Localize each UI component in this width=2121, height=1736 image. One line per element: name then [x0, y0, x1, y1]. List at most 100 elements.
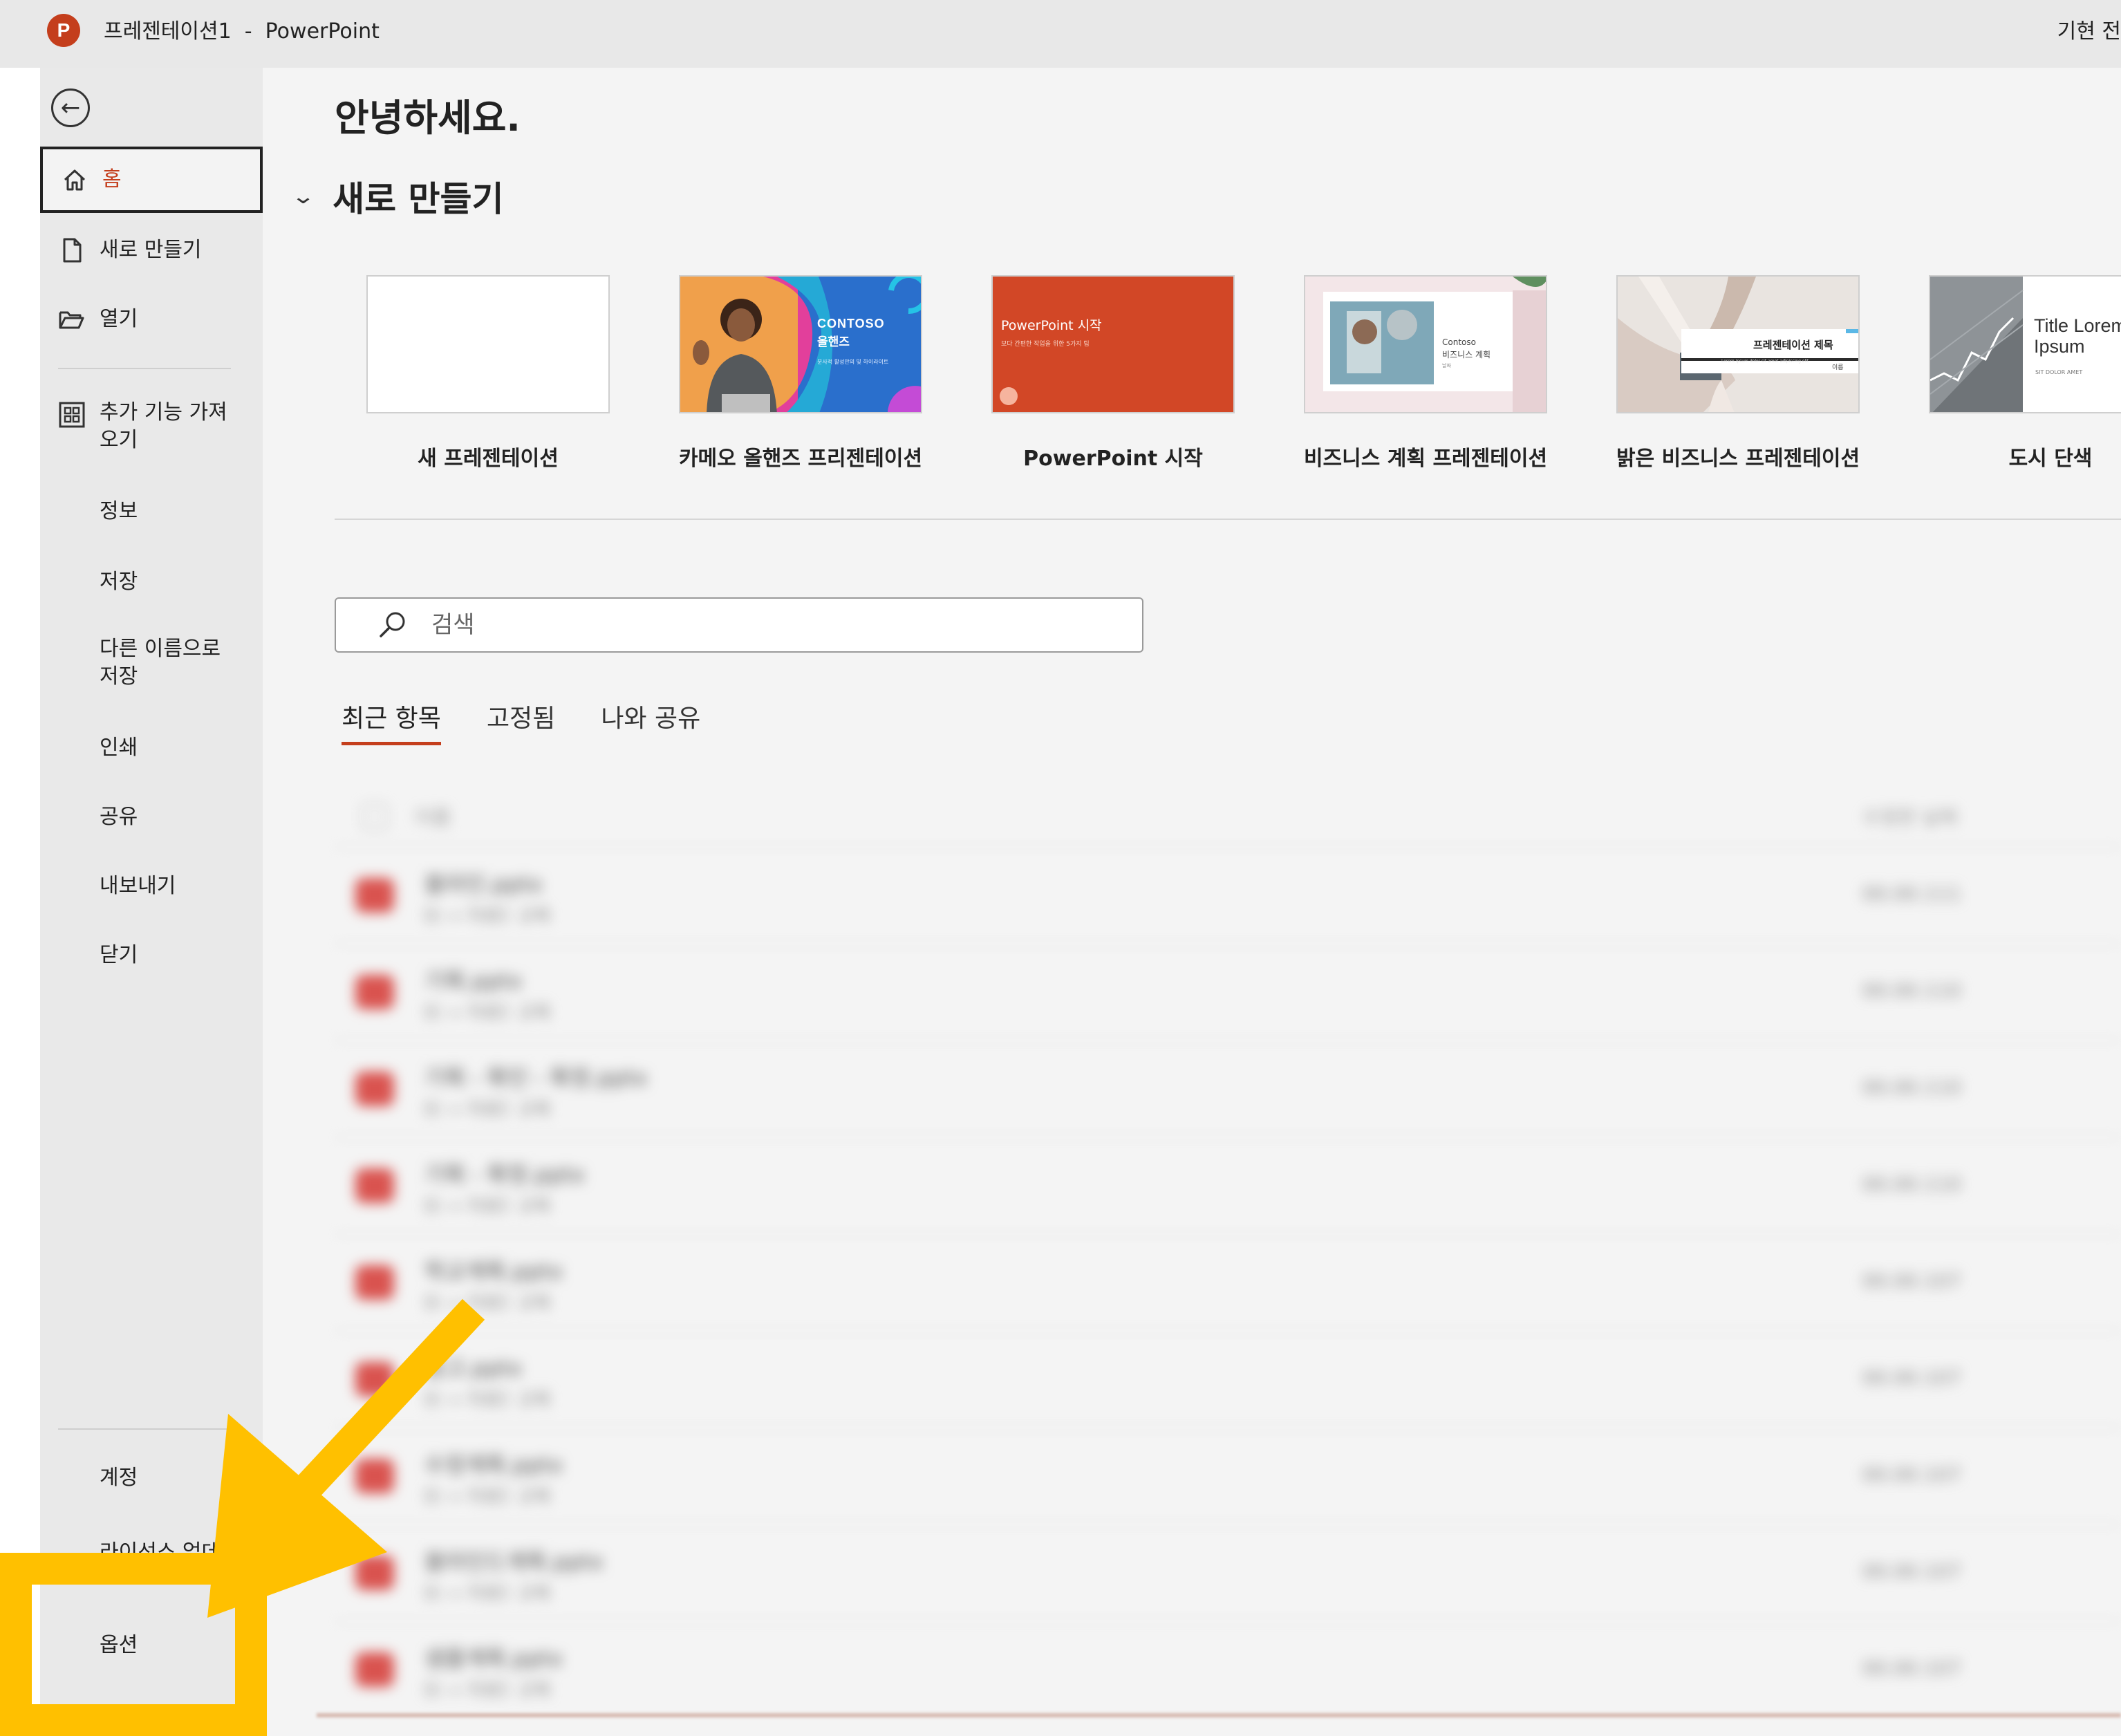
pptx-file-icon: [355, 1556, 394, 1590]
file-name: 블라인.pptx: [424, 871, 543, 897]
column-header-date[interactable]: 수정한 날짜: [1862, 803, 1958, 830]
sidebar-item-close[interactable]: 닫기: [40, 922, 263, 989]
section-title: 새로 만들기: [333, 179, 504, 219]
sidebar-item-label: 정보: [100, 499, 138, 523]
back-arrow-icon[interactable]: ←: [51, 88, 90, 127]
tab-pinned[interactable]: 고정됨: [487, 698, 555, 741]
search-box[interactable]: [335, 597, 1143, 653]
sidebar-divider: [58, 368, 231, 369]
file-date: 00.00.107: [1862, 1656, 1961, 1679]
template-business-plan[interactable]: Contoso 비즈니스 계획 날짜 비즈니스 계획 프레젠테이션: [1304, 275, 1547, 471]
file-name: 참고.pptx: [424, 1355, 523, 1381]
file-name: 수정계획.pptx: [424, 1452, 563, 1478]
title-bar: P 프레젠테이션1 - PowerPoint 기현 전: [0, 0, 2121, 68]
table-row[interactable]: 샘플계획.pptx D: » 자료》교육 00.00.107: [335, 1621, 2121, 1717]
table-row[interactable]: 블라인드계획.pptx D: » 자료》교육 00.00.107: [335, 1524, 2121, 1621]
table-row[interactable]: 기획 - 확정.pptx D: » 자료》교육 00.00.110: [335, 1137, 2121, 1233]
sidebar-item-info[interactable]: 정보: [40, 478, 263, 545]
sidebar-item-home[interactable]: 홈: [40, 147, 263, 213]
file-name: 학교계획.pptx: [424, 1258, 563, 1285]
thumb-subtitle: 보다 간편한 작업을 위한 5가지 팁: [1001, 341, 1090, 348]
sidebar-item-share[interactable]: 공유: [40, 784, 263, 850]
sidebar-item-print[interactable]: 인쇄: [40, 715, 263, 781]
file-name: 기획.pptx: [424, 968, 523, 994]
file-list-tabs: 최근 항목 고정됨 나와 공유: [342, 698, 746, 745]
sidebar-item-label: 저장: [100, 570, 138, 594]
sidebar-item-label: 닫기: [100, 943, 138, 967]
sidebar-item-export[interactable]: 내보내기: [40, 853, 263, 920]
sidebar-divider: [58, 1428, 231, 1430]
template-label: 도시 단색: [2008, 447, 2093, 471]
table-row[interactable]: 참고.pptx D: » 자료》교육 00.00.107: [335, 1330, 2121, 1427]
business-plan-thumbnail-art: [1305, 277, 1546, 412]
sidebar-item-label: 공유: [100, 805, 138, 829]
template-label: 밝은 비즈니스 프레젠테이션: [1616, 447, 1860, 471]
file-path: D: » 자료》교육: [424, 1583, 551, 1604]
file-date: 00.00.107: [1862, 1269, 1961, 1292]
sidebar-item-save[interactable]: 저장: [40, 549, 263, 615]
template-thumbnail: Contoso 비즈니스 계획 날짜: [1304, 275, 1547, 413]
template-label: 카메오 올핸즈 프리젠테이션: [678, 447, 923, 471]
thumb-title: 프레젠테이션 제목: [1753, 339, 1833, 351]
table-row[interactable]: 학교계획.pptx D: » 자료》교육 00.00.107: [335, 1233, 2121, 1330]
file-date: 00.00.107: [1862, 1560, 1961, 1583]
table-row[interactable]: 수정계획.pptx D: » 자료》교육 00.00.107: [335, 1427, 2121, 1524]
tab-recent[interactable]: 최근 항목: [342, 698, 441, 745]
sidebar-item-label: 열기: [100, 307, 138, 331]
column-header-name[interactable]: 이름: [415, 803, 451, 830]
thumb-title: Contoso: [1442, 337, 1476, 347]
file-date: 00.00.111: [1862, 882, 1961, 905]
pptx-file-icon: [355, 1265, 394, 1300]
file-date: 00.00.110: [1862, 1173, 1961, 1195]
file-path: D: » 자료》교육: [424, 1293, 551, 1314]
thumb-subtitle: Lorem ipsum dolor sit amet adipiscing el…: [1721, 359, 1809, 364]
pptx-file-icon: [355, 975, 394, 1009]
sidebar-item-label: 계정: [100, 1466, 138, 1490]
file-name: 블라인드계획.pptx: [424, 1549, 604, 1575]
template-bright-business[interactable]: 프레젠테이션 제목 Lorem ipsum dolor sit amet adi…: [1616, 275, 1860, 471]
document-title: 프레젠테이션1 - PowerPoint: [104, 19, 380, 44]
sidebar-item-get-add-ins[interactable]: 추가 기능 가져 오기: [40, 389, 263, 465]
template-powerpoint-start[interactable]: PowerPoint 시작 보다 간편한 작업을 위한 5가지 팁 PowerP…: [991, 275, 1235, 471]
user-name[interactable]: 기현 전: [2057, 14, 2121, 44]
search-icon: [377, 610, 408, 640]
sidebar-item-label: 새로 만들기: [100, 238, 202, 262]
new-section-toggle[interactable]: ⌄ 새로 만들기: [291, 171, 504, 221]
template-label: PowerPoint 시작: [1023, 447, 1203, 471]
left-gutter: [0, 68, 40, 1736]
template-thumbnail: CONTOSO 올핸즈 분사적 활성만의 및 하이라이트: [679, 275, 922, 413]
table-row[interactable]: 블라인.pptx D: » 자료》교육 00.00.111: [335, 846, 2121, 943]
table-row[interactable]: 기획.pptx D: » 자료》교육 00.00.110: [335, 943, 2121, 1040]
sidebar-item-label: 내보내기: [100, 874, 176, 898]
file-date: 00.00.107: [1862, 1463, 1961, 1486]
thumb-subtitle: 올핸즈: [817, 335, 850, 349]
sidebar-item-open[interactable]: 열기: [40, 286, 263, 353]
sidebar-item-save-as[interactable]: 다른 이름으로 저장: [40, 625, 263, 701]
file-path: D: » 자료》교육: [424, 1680, 551, 1701]
sidebar-item-label: 홈: [102, 167, 122, 192]
file-date: 00.00.110: [1862, 1076, 1961, 1099]
sidebar-item-new[interactable]: 새로 만들기: [40, 217, 263, 283]
template-label: 비즈니스 계획 프레젠테이션: [1303, 447, 1548, 471]
pptx-file-icon: [355, 1168, 394, 1203]
recent-list-header: 이름 수정한 날짜: [335, 787, 2121, 846]
open-folder-icon: [55, 306, 88, 333]
template-cameo-all-hands[interactable]: CONTOSO 올핸즈 분사적 활성만의 및 하이라이트 카메오 올핸즈 프리젠…: [679, 275, 922, 471]
pptx-file-icon: [355, 878, 394, 913]
sidebar-item-label: 인쇄: [100, 736, 138, 760]
file-path: D: » 자료》교육: [424, 1390, 551, 1410]
table-row[interactable]: 기획 - 확인 - 확정.pptx D: » 자료》교육 00.00.110: [335, 1040, 2121, 1137]
template-blank-presentation[interactable]: 새 프레젠테이션: [366, 275, 610, 471]
sidebar-item-account[interactable]: 계정: [40, 1445, 263, 1511]
file-path: D: » 자료》교육: [424, 1486, 551, 1507]
search-input[interactable]: [431, 611, 1054, 639]
template-urban-monochrome[interactable]: Title Lorem Ipsum SIT DOLOR AMET 도시 단색: [1929, 275, 2121, 471]
powerpoint-logo-icon: P: [47, 14, 80, 47]
thumb-text: 날짜: [1442, 363, 1451, 368]
file-name: 기획 - 확인 - 확정.pptx: [424, 1065, 648, 1091]
tab-shared-with-me[interactable]: 나와 공유: [601, 698, 700, 741]
template-thumbnail: 프레젠테이션 제목 Lorem ipsum dolor sit amet adi…: [1616, 275, 1860, 413]
template-thumbnail: [366, 275, 610, 413]
template-thumbnail: Title Lorem Ipsum SIT DOLOR AMET: [1929, 275, 2121, 413]
add-ins-grid-icon: [55, 401, 88, 429]
